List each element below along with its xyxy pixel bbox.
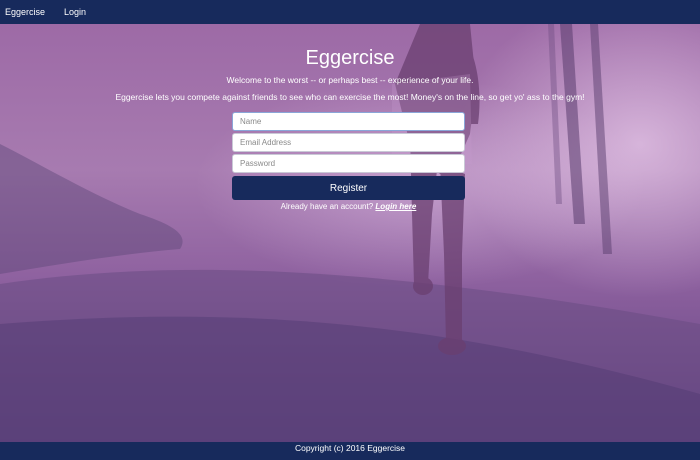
login-here-link[interactable]: Login here [375,202,416,211]
login-prompt-line: Already have an account? Login here [232,202,465,211]
name-input[interactable] [232,112,465,131]
register-button[interactable]: Register [232,176,465,200]
register-form: Register Already have an account? Login … [232,112,465,211]
page-title: Eggercise [305,47,395,69]
footer: Copyright (c) 2016 Eggercise [0,442,700,460]
navbar: Eggercise Login [0,0,700,24]
tagline: Welcome to the worst -- or perhaps best … [226,75,474,85]
login-prompt-text: Already have an account? [280,202,374,211]
copyright-text: Copyright (c) 2016 Eggercise [294,443,406,453]
password-input[interactable] [232,154,465,173]
nav-login-link[interactable]: Login [64,7,86,17]
email-input[interactable] [232,133,465,152]
background-image [0,24,700,442]
description: Eggercise lets you compete against frien… [115,92,585,102]
hero-section: Eggercise Welcome to the worst -- or per… [0,24,700,442]
brand-link[interactable]: Eggercise [5,7,45,17]
